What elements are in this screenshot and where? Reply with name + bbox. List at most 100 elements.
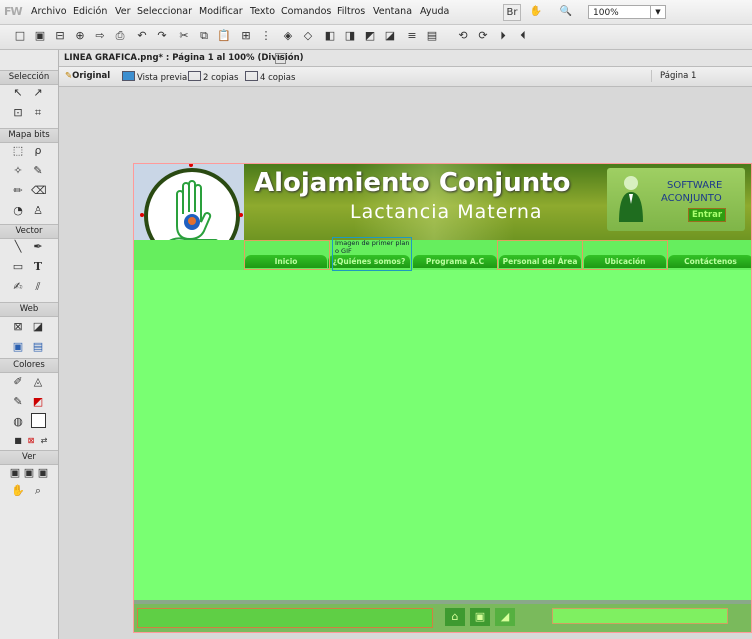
flip-vertical-icon[interactable]: ⏴: [516, 29, 530, 43]
nav-contactenos[interactable]: Contáctenos: [668, 255, 751, 268]
menu-ayuda[interactable]: Ayuda: [420, 6, 449, 17]
flip-horizontal-icon[interactable]: ⏵: [496, 29, 510, 43]
full-screen-menu-icon[interactable]: ▣: [22, 466, 36, 480]
tooltip-text: Imagen de primer plan o GIF: [335, 239, 409, 255]
zoom-select[interactable]: 100% ▼: [588, 5, 666, 19]
eyedropper-icon[interactable]: ✐: [11, 375, 25, 389]
document-tab[interactable]: LINEA GRAFICA.png* : Página 1 al 100% (D…: [59, 50, 752, 67]
front-icon[interactable]: ◧: [323, 29, 337, 43]
stamp-icon[interactable]: ♙: [31, 204, 45, 218]
menu-seleccionar[interactable]: Seleccionar: [137, 6, 192, 17]
software-line1: SOFTWARE: [667, 180, 723, 191]
slice-icon[interactable]: ◪: [31, 320, 45, 334]
pencil-icon[interactable]: ✏: [11, 184, 25, 198]
pen-icon[interactable]: ✒: [31, 240, 45, 254]
align-dropdown-icon[interactable]: ▤: [425, 29, 439, 43]
design-mockup[interactable]: Alojamiento Conjunto Lactancia Materna S…: [133, 163, 752, 633]
magic-wand-icon[interactable]: ✧: [11, 164, 25, 178]
enter-button[interactable]: Entrar: [688, 208, 726, 222]
menu-edicion[interactable]: Edición: [73, 6, 107, 17]
view-original[interactable]: ✎Original: [65, 71, 110, 81]
scale-icon[interactable]: ⊡: [11, 106, 25, 120]
print-icon[interactable]: ⎙: [113, 29, 127, 43]
section-colores: Colores: [0, 358, 58, 373]
menu-ventana[interactable]: Ventana: [373, 6, 412, 17]
back-icon[interactable]: ◪: [383, 29, 397, 43]
menu-archivo[interactable]: Archivo: [31, 6, 67, 17]
view-4up[interactable]: 4 copias: [245, 71, 295, 83]
slice-tooltip[interactable]: Imagen de primer plan o GIF: [332, 237, 412, 271]
menu-texto[interactable]: Texto: [250, 6, 275, 17]
no-color-icon[interactable]: ⊠: [24, 434, 38, 448]
brush-icon[interactable]: ✎: [31, 164, 45, 178]
view-preview[interactable]: Vista previa: [122, 71, 187, 83]
fill-swatch-icon[interactable]: [31, 413, 46, 428]
ungroup-icon[interactable]: ⋮: [259, 29, 273, 43]
paint-bucket-icon[interactable]: ◬: [31, 375, 45, 389]
new-icon[interactable]: □: [13, 29, 27, 43]
fill-color-icon[interactable]: ◍: [11, 415, 25, 429]
nav-programa[interactable]: Programa A.C: [413, 255, 497, 268]
redo-icon[interactable]: ↷: [155, 29, 169, 43]
zoom-icon[interactable]: 🔍: [558, 4, 574, 19]
stroke-swatch-icon[interactable]: ◩: [31, 395, 45, 409]
menu-comandos[interactable]: Comandos: [281, 6, 331, 17]
menu-modificar[interactable]: Modificar: [199, 6, 243, 17]
backward-icon[interactable]: ◩: [363, 29, 377, 43]
pointer-icon[interactable]: ↖: [11, 86, 25, 100]
rectangle-icon[interactable]: ▭: [11, 260, 25, 274]
import-icon[interactable]: ⊕: [73, 29, 87, 43]
show-slices-icon[interactable]: ▤: [31, 340, 45, 354]
hide-slices-icon[interactable]: ▣: [11, 340, 25, 354]
crop-icon[interactable]: ⌗: [31, 106, 45, 120]
bridge-icon[interactable]: Br: [503, 4, 521, 21]
full-screen-icon[interactable]: ▣: [36, 466, 50, 480]
save-icon[interactable]: ▣: [33, 29, 47, 43]
zoom-tool-icon[interactable]: ⌕: [31, 484, 45, 498]
freeform-icon[interactable]: ✍: [11, 280, 25, 294]
blur-icon[interactable]: ◔: [11, 204, 25, 218]
join-icon[interactable]: ◈: [281, 29, 295, 43]
knife-icon[interactable]: ⫽: [31, 280, 45, 294]
paste-icon[interactable]: 📋: [217, 29, 231, 43]
selection-handle[interactable]: [140, 213, 144, 217]
subselect-icon[interactable]: ↗: [31, 86, 45, 100]
stroke-color-icon[interactable]: ✎: [11, 395, 25, 409]
align-menu-icon[interactable]: ≡: [405, 29, 419, 43]
slice-guide: [244, 240, 330, 270]
group-icon[interactable]: ⊞: [239, 29, 253, 43]
cut-icon[interactable]: ✂: [177, 29, 191, 43]
selection-handle[interactable]: [239, 213, 243, 217]
section-vector: Vector: [0, 224, 58, 239]
home-icon[interactable]: ⌂: [445, 608, 465, 626]
tools-panel: Selección ↖ ↗ ⊡ ⌗ Mapa bits ⬚ ρ ✧ ✎ ✏ ⌫ …: [0, 50, 59, 639]
open-icon[interactable]: ⊟: [53, 29, 67, 43]
marquee-icon[interactable]: ⬚: [11, 144, 25, 158]
camera-icon[interactable]: ▣: [470, 608, 490, 626]
export-icon[interactable]: ⇨: [93, 29, 107, 43]
lasso-icon[interactable]: ρ: [31, 144, 45, 158]
view-2up[interactable]: 2 copias: [188, 71, 238, 83]
menu-ver[interactable]: Ver: [115, 6, 131, 17]
rotate-left-icon[interactable]: ⟲: [456, 29, 470, 43]
hand-tool-icon[interactable]: ✋: [11, 484, 25, 498]
menu-filtros[interactable]: Filtros: [337, 6, 365, 17]
selection-handle[interactable]: [189, 164, 193, 167]
default-colors-icon[interactable]: ■: [11, 434, 25, 448]
view-bar: ✎Original Vista previa 2 copias 4 copias…: [59, 67, 752, 87]
forward-icon[interactable]: ◨: [343, 29, 357, 43]
eraser-icon[interactable]: ⌫: [31, 184, 47, 198]
undo-icon[interactable]: ↶: [135, 29, 149, 43]
text-tool-icon[interactable]: T: [31, 260, 45, 274]
standard-mode-icon[interactable]: ▣: [8, 466, 22, 480]
swap-colors-icon[interactable]: ⇄: [37, 434, 51, 448]
rotate-right-icon[interactable]: ⟳: [476, 29, 490, 43]
folder-icon[interactable]: ◢: [495, 608, 515, 626]
close-icon[interactable]: x: [275, 53, 286, 64]
line-icon[interactable]: ╲: [11, 240, 25, 254]
page-selector[interactable]: Página 1: [651, 70, 752, 82]
copy-icon[interactable]: ⧉: [197, 29, 211, 43]
hand-icon[interactable]: ✋: [528, 4, 544, 19]
hotspot-icon[interactable]: ⊠: [11, 320, 25, 334]
split-icon[interactable]: ◇: [301, 29, 315, 43]
